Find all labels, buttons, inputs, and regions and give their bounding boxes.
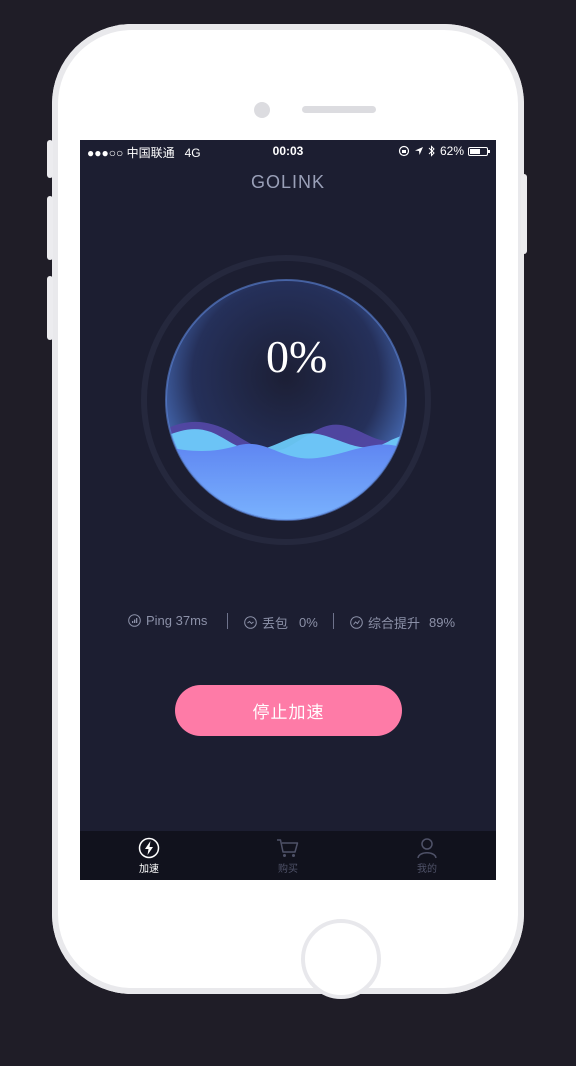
lightning-icon <box>138 837 160 859</box>
battery-level <box>470 148 480 154</box>
volume-down-button <box>47 276 53 340</box>
stop-acceleration-button[interactable]: 停止加速 <box>175 685 402 736</box>
packet-loss-value: 0% <box>299 615 318 630</box>
signal-icon <box>128 614 141 627</box>
location-icon <box>414 147 423 155</box>
progress-percent: 0% <box>266 331 328 382</box>
battery-percent: 62% <box>439 144 464 158</box>
app-title: GOLINK <box>250 172 326 192</box>
tab-label: 我的 <box>417 864 437 875</box>
bluetooth-icon <box>428 145 435 157</box>
status-right: 62% <box>398 144 490 158</box>
water-body <box>166 443 406 520</box>
boost-label: 综合提升 <box>368 616 421 631</box>
acceleration-gauge <box>141 255 431 545</box>
ping-label: Ping 37ms <box>146 613 208 628</box>
cart-icon <box>277 839 299 857</box>
tab-purchase[interactable]: 购买 <box>219 831 357 880</box>
ping-stat: Ping 37ms <box>128 613 207 628</box>
boost-stat: 综合提升 89% <box>350 613 455 632</box>
trend-icon <box>350 616 363 629</box>
boost-value: 89% <box>429 615 456 630</box>
tab-label: 加速 <box>139 864 159 875</box>
user-icon <box>417 838 437 859</box>
rotation-lock-icon <box>398 145 410 157</box>
stat-divider <box>333 613 334 629</box>
front-camera <box>254 102 270 118</box>
packet-loss-label: 丢包 <box>262 616 289 631</box>
tab-profile[interactable]: 我的 <box>358 831 496 880</box>
packet-loss-stat: 丢包 0% <box>244 613 318 632</box>
status-bar: ●●●○○ 中国联通 4G 00:03 62% <box>80 140 496 162</box>
tab-accelerate[interactable]: 加速 <box>80 831 218 880</box>
volume-up-button <box>47 196 53 260</box>
home-button[interactable] <box>301 919 381 999</box>
mute-switch <box>47 140 53 178</box>
packet-icon <box>244 616 257 629</box>
tab-label: 购买 <box>278 864 298 875</box>
app-screen: ●●●○○ 中国联通 4G 00:03 62% GOLINK 0% Ping 3… <box>80 140 496 880</box>
stats-row: Ping 37ms 丢包 0% 综合提升 89% <box>80 611 496 631</box>
power-button <box>521 174 527 254</box>
stat-divider <box>227 613 228 629</box>
earpiece-speaker <box>302 106 376 113</box>
battery-icon <box>468 146 490 156</box>
tab-bar: 加速 购买 我的 <box>80 831 496 880</box>
